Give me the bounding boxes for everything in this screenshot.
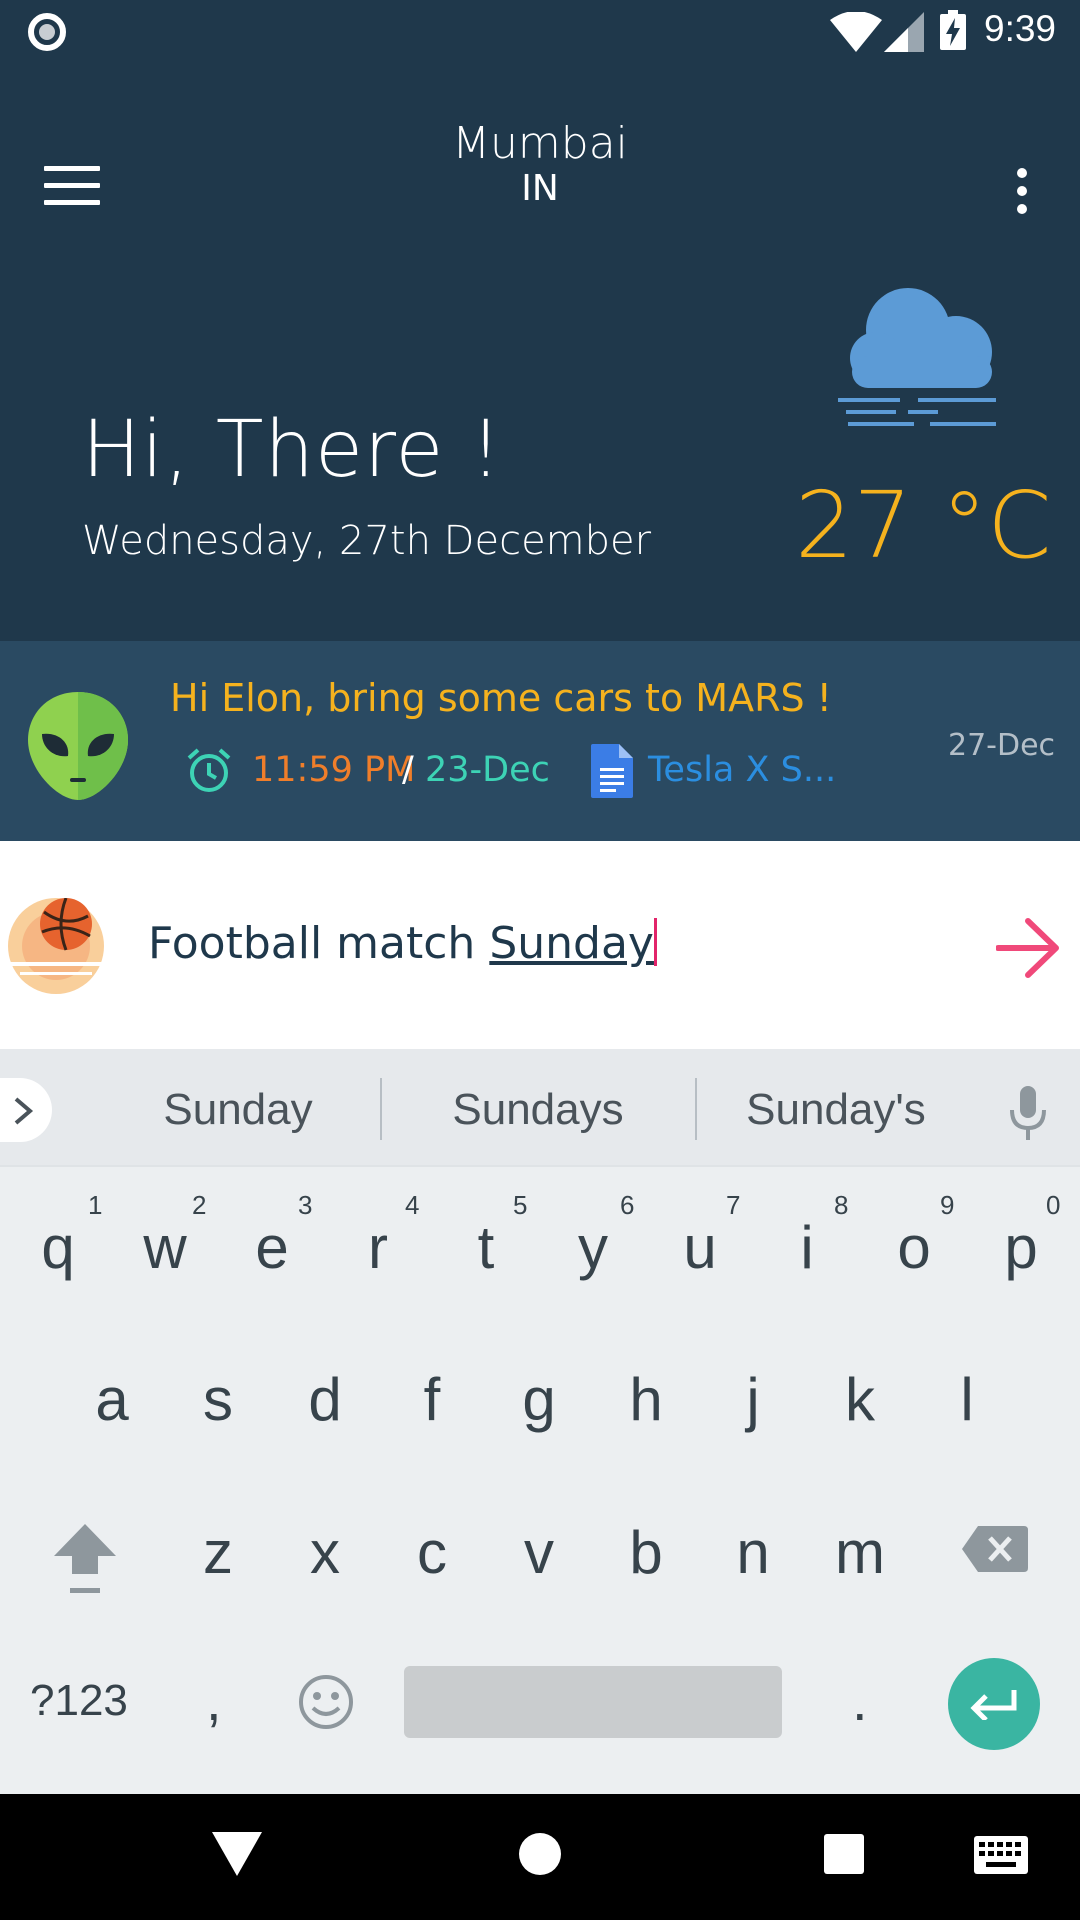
key-y[interactable]: y	[543, 1213, 643, 1282]
key-hint-2: 2	[192, 1190, 207, 1220]
enter-key[interactable]	[948, 1658, 1040, 1750]
key-h[interactable]: h	[596, 1365, 696, 1434]
key-hint-9: 9	[940, 1190, 955, 1220]
backspace-key[interactable]	[962, 1526, 1028, 1572]
key-q[interactable]: q	[8, 1213, 108, 1282]
status-bar: 9:39	[0, 0, 1080, 63]
suggestion-3[interactable]: Sunday's	[726, 1085, 946, 1135]
status-time: 9:39	[984, 8, 1057, 49]
key-l[interactable]: l	[917, 1365, 1017, 1434]
key-b[interactable]: b	[596, 1518, 696, 1587]
reminder-separator: /	[402, 750, 414, 790]
key-s[interactable]: s	[168, 1365, 268, 1434]
attachment-link[interactable]: Tesla X S...	[648, 750, 836, 790]
enter-arrow-icon	[970, 1690, 1017, 1720]
key-e[interactable]: e	[222, 1213, 322, 1282]
key-hint-5: 5	[513, 1190, 528, 1220]
more-options-icon[interactable]	[1012, 168, 1032, 214]
microphone-icon[interactable]	[1008, 1086, 1048, 1142]
alarm-clock-icon	[187, 748, 231, 792]
home-icon[interactable]	[518, 1832, 562, 1876]
suggestion-2[interactable]: Sundays	[428, 1085, 648, 1135]
back-icon[interactable]	[212, 1832, 262, 1876]
reminder-title: Hi Elon, bring some cars to MARS !	[170, 676, 832, 720]
navigation-bar	[0, 1794, 1080, 1920]
key-hint-3: 3	[298, 1190, 313, 1220]
key-a[interactable]: a	[62, 1365, 162, 1434]
suggestion-divider	[695, 1078, 697, 1140]
city-name: Mumbai	[452, 118, 628, 169]
symbols-key[interactable]: ?123	[30, 1676, 128, 1726]
cloud-fog-icon	[838, 288, 996, 426]
key-u[interactable]: u	[650, 1213, 750, 1282]
note-input-composing-word: Sunday	[489, 918, 654, 969]
reminder-date: 23-Dec	[425, 750, 550, 790]
key-hint-1: 1	[88, 1190, 103, 1220]
greeting: Hi, There !	[82, 405, 503, 495]
reminder-time: 11:59 PM	[252, 750, 416, 790]
period-key[interactable]: .	[852, 1668, 868, 1733]
key-r[interactable]: r	[328, 1213, 428, 1282]
key-j[interactable]: j	[703, 1365, 803, 1434]
key-o[interactable]: o	[864, 1213, 964, 1282]
key-g[interactable]: g	[489, 1365, 589, 1434]
signal-icon	[884, 12, 924, 52]
key-hint-8: 8	[834, 1190, 849, 1220]
date-text: Wednesday, 27th December	[82, 518, 652, 564]
suggestion-divider	[380, 1078, 382, 1140]
text-caret	[653, 918, 657, 966]
key-n[interactable]: n	[703, 1518, 803, 1587]
google-docs-icon	[591, 744, 633, 798]
key-hint-0: 0	[1046, 1190, 1061, 1220]
key-hint-7: 7	[726, 1190, 741, 1220]
key-z[interactable]: z	[168, 1518, 268, 1587]
space-key[interactable]	[404, 1666, 782, 1738]
key-k[interactable]: k	[810, 1365, 910, 1434]
note-input[interactable]: Football match Sunday	[148, 918, 657, 969]
menu-icon[interactable]	[44, 166, 100, 206]
record-icon	[28, 13, 66, 51]
key-p[interactable]: p	[971, 1213, 1071, 1282]
suggestion-1[interactable]: Sunday	[138, 1085, 338, 1135]
key-hint-4: 4	[405, 1190, 420, 1220]
key-d[interactable]: d	[275, 1365, 375, 1434]
key-t[interactable]: t	[436, 1213, 536, 1282]
chevron-right-icon	[14, 1097, 34, 1125]
key-x[interactable]: x	[275, 1518, 375, 1587]
key-w[interactable]: w	[115, 1213, 215, 1282]
basketball-icon	[8, 898, 104, 994]
key-f[interactable]: f	[382, 1365, 482, 1434]
send-arrow-icon[interactable]	[996, 918, 1060, 978]
key-c[interactable]: c	[382, 1518, 482, 1587]
wifi-icon	[830, 12, 882, 52]
temperature: 27 °C	[795, 472, 1052, 579]
battery-charging-icon	[940, 10, 966, 50]
key-v[interactable]: v	[489, 1518, 589, 1587]
key-m[interactable]: m	[810, 1518, 910, 1587]
key-i[interactable]: i	[757, 1213, 857, 1282]
emoji-key[interactable]	[298, 1674, 354, 1730]
shift-key[interactable]	[52, 1524, 118, 1596]
alien-avatar-icon	[28, 692, 128, 800]
reminder-card[interactable]	[0, 641, 1080, 841]
country-code: IN	[521, 168, 559, 209]
note-input-text: Football match	[148, 918, 490, 969]
reminder-stamp: 27-Dec	[948, 728, 1056, 763]
keyboard-switch-icon[interactable]	[974, 1836, 1028, 1874]
comma-key[interactable]: ,	[206, 1668, 222, 1733]
recents-icon[interactable]	[824, 1834, 864, 1874]
key-hint-6: 6	[620, 1190, 635, 1220]
